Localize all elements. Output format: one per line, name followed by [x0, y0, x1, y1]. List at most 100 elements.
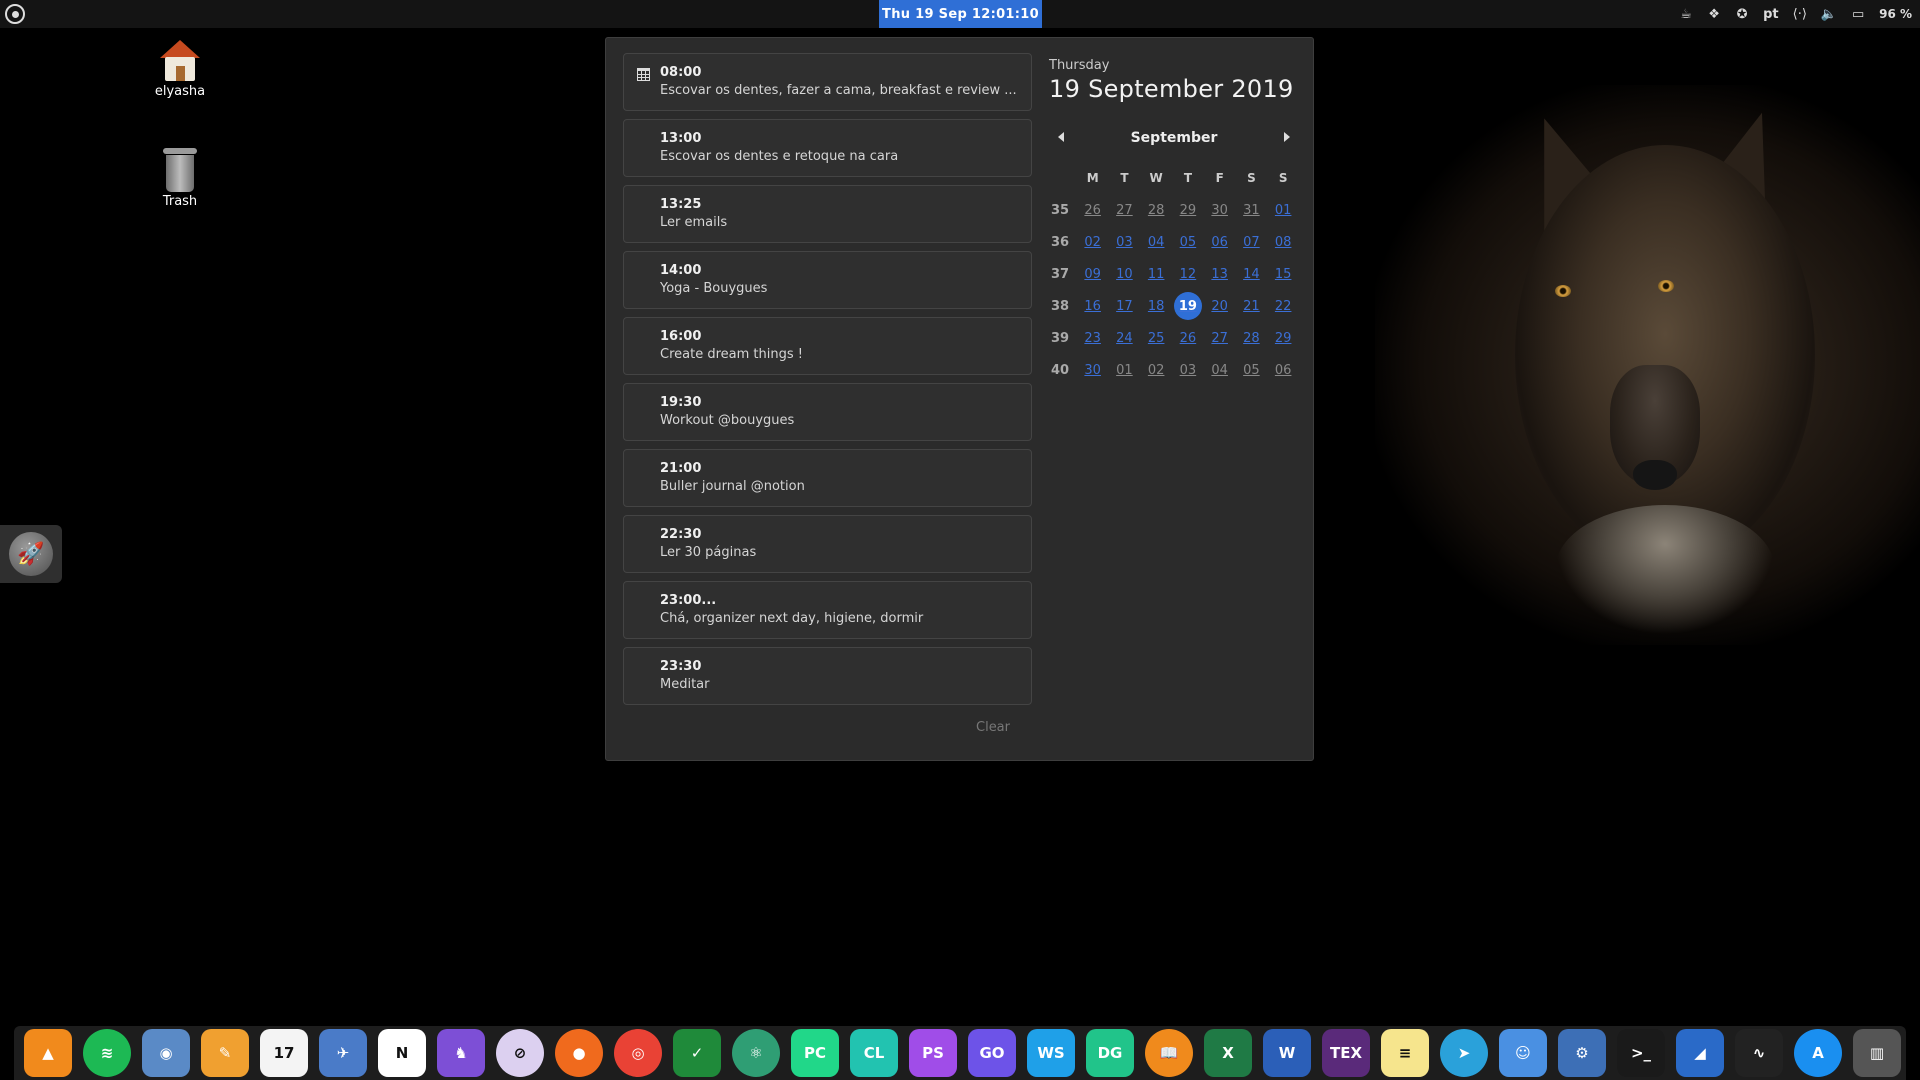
- calendar-day[interactable]: 27: [1109, 203, 1141, 218]
- event-item[interactable]: 22:30 Ler 30 páginas: [623, 515, 1032, 573]
- calendar-day[interactable]: 02: [1077, 235, 1109, 250]
- calendar-day[interactable]: 01: [1267, 203, 1299, 218]
- phpstorm-icon[interactable]: PS: [909, 1029, 957, 1077]
- calendar-day[interactable]: 15: [1267, 267, 1299, 282]
- battery-icon[interactable]: ▭: [1851, 7, 1865, 22]
- calendar-day[interactable]: 11: [1140, 267, 1172, 282]
- pages-icon[interactable]: ✎: [201, 1029, 249, 1077]
- calendar-day[interactable]: 05: [1236, 363, 1268, 378]
- calendar-day[interactable]: 29: [1172, 203, 1204, 218]
- next-month-icon[interactable]: [1284, 132, 1290, 142]
- calendar-day[interactable]: 07: [1236, 235, 1268, 250]
- keyboard-language[interactable]: pt: [1763, 7, 1779, 22]
- event-item[interactable]: 16:00 Create dream things !: [623, 317, 1032, 375]
- spotify-icon[interactable]: ≋: [83, 1029, 131, 1077]
- clock-button[interactable]: Thu 19 Sep 12:01:10: [879, 0, 1042, 28]
- calendar-day[interactable]: 18: [1140, 299, 1172, 314]
- preview-icon[interactable]: ✈: [319, 1029, 367, 1077]
- tor-icon[interactable]: ⊘: [496, 1029, 544, 1077]
- finder-icon[interactable]: ☺: [1499, 1029, 1547, 1077]
- calendar-day[interactable]: 13: [1204, 267, 1236, 282]
- trash-icon[interactable]: ▥: [1853, 1029, 1901, 1077]
- calendar-day[interactable]: 12: [1172, 267, 1204, 282]
- desktop-icon-trash[interactable]: Trash: [130, 148, 230, 209]
- calendar-day[interactable]: 05: [1172, 235, 1204, 250]
- system-prefs-icon[interactable]: ⚙: [1558, 1029, 1606, 1077]
- calendar-day[interactable]: 04: [1204, 363, 1236, 378]
- calendar-day[interactable]: 03: [1172, 363, 1204, 378]
- calendar-day[interactable]: 17: [1109, 299, 1141, 314]
- event-item[interactable]: 14:00 Yoga - Bouygues: [623, 251, 1032, 309]
- vim-icon[interactable]: ✓: [673, 1029, 721, 1077]
- app-store-icon[interactable]: A: [1794, 1029, 1842, 1077]
- terminal-icon[interactable]: >_: [1617, 1029, 1665, 1077]
- launcher-button[interactable]: 🚀: [0, 525, 62, 583]
- calendar-day[interactable]: 23: [1077, 331, 1109, 346]
- calendar-icon[interactable]: 17: [260, 1029, 308, 1077]
- calendar-day[interactable]: 30: [1077, 363, 1109, 378]
- wireshark-icon[interactable]: ◢: [1676, 1029, 1724, 1077]
- pycharm-icon[interactable]: PC: [791, 1029, 839, 1077]
- event-item[interactable]: 23:30 Meditar: [623, 647, 1032, 705]
- calendar-day[interactable]: 06: [1267, 363, 1299, 378]
- calendar-day-today[interactable]: 19: [1172, 292, 1204, 320]
- dropbox-icon[interactable]: ❖: [1707, 7, 1721, 22]
- calendar-day[interactable]: 04: [1140, 235, 1172, 250]
- notion-icon[interactable]: N: [378, 1029, 426, 1077]
- event-item[interactable]: 13:00 Escovar os dentes e retoque na car…: [623, 119, 1032, 177]
- calendar-day[interactable]: 09: [1077, 267, 1109, 282]
- event-item[interactable]: 08:00 Escovar os dentes, fazer a cama, b…: [623, 53, 1032, 111]
- activity-monitor-icon[interactable]: ∿: [1735, 1029, 1783, 1077]
- calendar-day[interactable]: 01: [1109, 363, 1141, 378]
- calendar-day[interactable]: 26: [1077, 203, 1109, 218]
- calendar-day[interactable]: 03: [1109, 235, 1141, 250]
- calendar-day[interactable]: 27: [1204, 331, 1236, 346]
- volume-icon[interactable]: 🔈: [1821, 7, 1837, 22]
- event-item[interactable]: 13:25 Ler emails: [623, 185, 1032, 243]
- calendar-day[interactable]: 20: [1204, 299, 1236, 314]
- tex-icon[interactable]: TEX: [1322, 1029, 1370, 1077]
- calendar-day[interactable]: 10: [1109, 267, 1141, 282]
- clion-icon[interactable]: CL: [850, 1029, 898, 1077]
- excel-icon[interactable]: X: [1204, 1029, 1252, 1077]
- telegram-icon[interactable]: ➤: [1440, 1029, 1488, 1077]
- calendar-day[interactable]: 28: [1140, 203, 1172, 218]
- chrome-icon[interactable]: ◎: [614, 1029, 662, 1077]
- calendar-day[interactable]: 16: [1077, 299, 1109, 314]
- calendar-day[interactable]: 06: [1204, 235, 1236, 250]
- word-icon[interactable]: W: [1263, 1029, 1311, 1077]
- calendar-day[interactable]: 26: [1172, 331, 1204, 346]
- books-icon[interactable]: 📖: [1145, 1029, 1193, 1077]
- calendar-day[interactable]: 22: [1267, 299, 1299, 314]
- calendar-day[interactable]: 24: [1109, 331, 1141, 346]
- network-icon[interactable]: ⟨·⟩: [1793, 7, 1807, 22]
- datagrip-icon[interactable]: DG: [1086, 1029, 1134, 1077]
- calendar-day[interactable]: 29: [1267, 331, 1299, 346]
- calendar-day[interactable]: 21: [1236, 299, 1268, 314]
- calendar-day[interactable]: 25: [1140, 331, 1172, 346]
- goland-icon[interactable]: GO: [968, 1029, 1016, 1077]
- notes-icon[interactable]: ≡: [1381, 1029, 1429, 1077]
- event-item[interactable]: 21:00 Buller journal @notion: [623, 449, 1032, 507]
- desktop-icon-home[interactable]: elyasha: [130, 40, 230, 99]
- vlc-icon[interactable]: ▲: [24, 1029, 72, 1077]
- calendar-day[interactable]: 02: [1140, 363, 1172, 378]
- activities-icon[interactable]: [5, 4, 25, 24]
- calendar-week-row: 37 09 10 11 12 13 14 15: [1049, 258, 1299, 290]
- image-capture-icon[interactable]: ◉: [142, 1029, 190, 1077]
- current-date[interactable]: 19 September 2019: [1049, 75, 1299, 103]
- pulse-icon[interactable]: ♞: [437, 1029, 485, 1077]
- event-item[interactable]: 19:30 Workout @bouygues: [623, 383, 1032, 441]
- calendar-day[interactable]: 14: [1236, 267, 1268, 282]
- clear-button[interactable]: Clear: [976, 720, 1010, 735]
- firefox-icon[interactable]: ●: [555, 1029, 603, 1077]
- accessibility-icon[interactable]: ✪: [1735, 7, 1749, 22]
- calendar-day[interactable]: 30: [1204, 203, 1236, 218]
- webstorm-icon[interactable]: WS: [1027, 1029, 1075, 1077]
- calendar-day[interactable]: 08: [1267, 235, 1299, 250]
- calendar-day[interactable]: 31: [1236, 203, 1268, 218]
- coffee-icon[interactable]: ☕: [1679, 7, 1693, 22]
- calendar-day[interactable]: 28: [1236, 331, 1268, 346]
- atom-icon[interactable]: ⚛: [732, 1029, 780, 1077]
- event-item[interactable]: 23:00... Chá, organizer next day, higien…: [623, 581, 1032, 639]
